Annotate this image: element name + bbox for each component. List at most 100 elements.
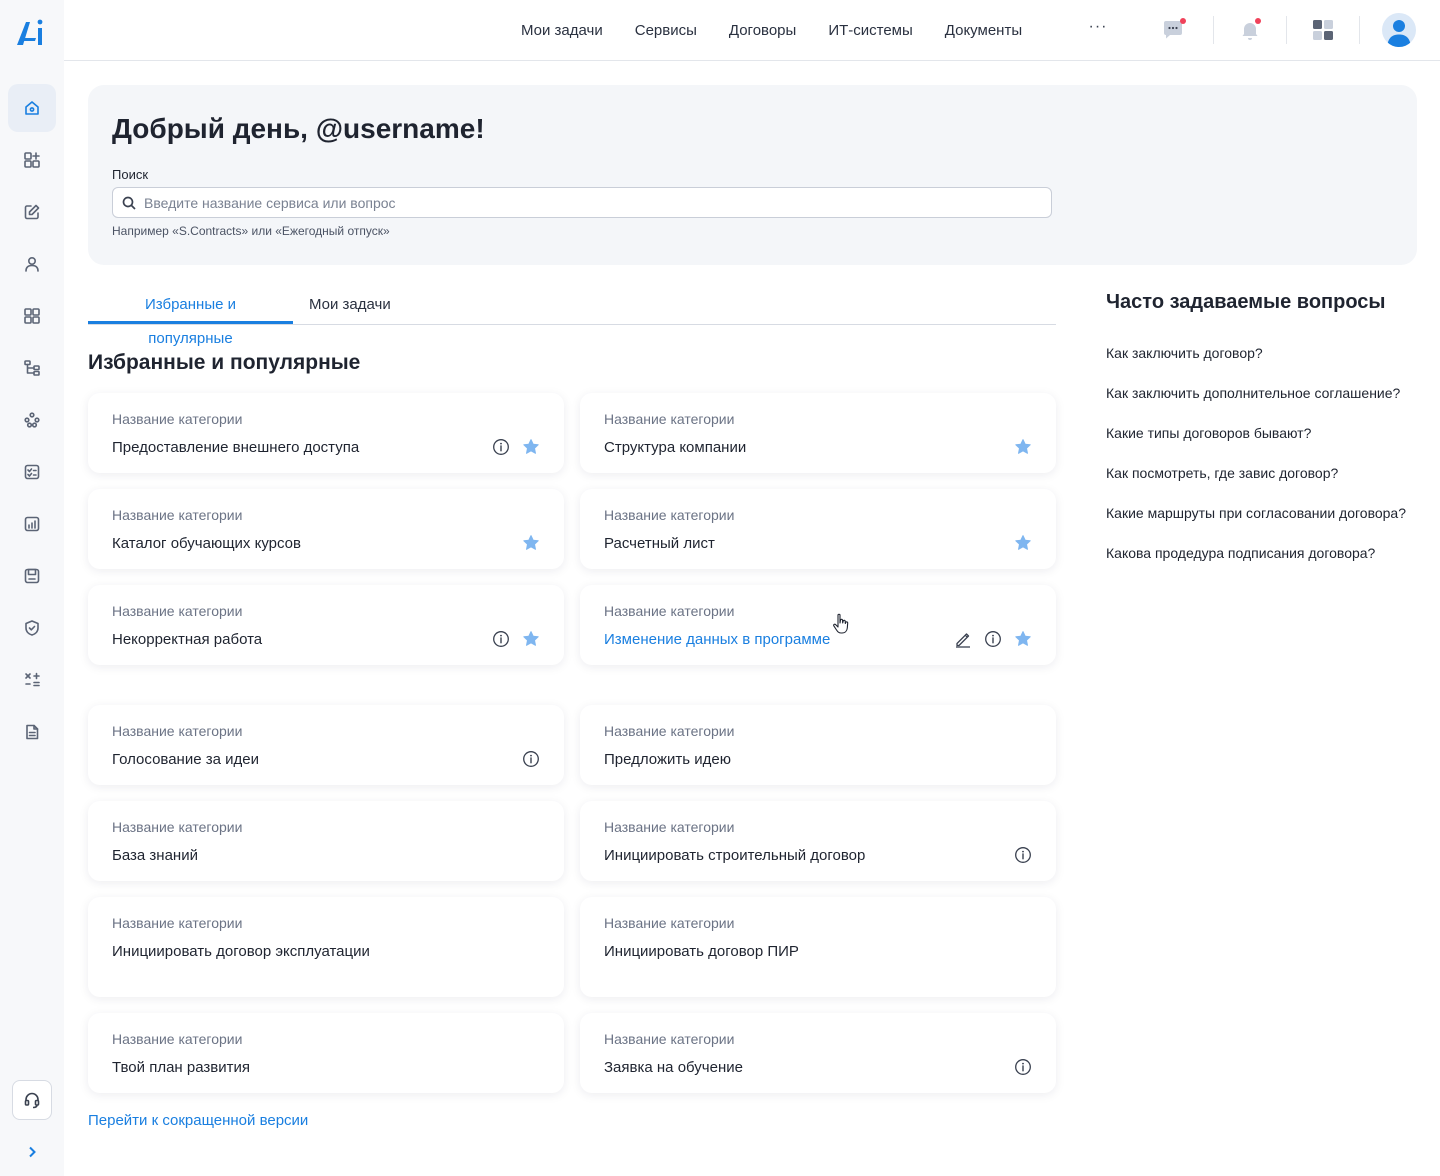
sidebar-item-documents[interactable] <box>8 708 56 756</box>
card-category: Название категории <box>604 411 735 427</box>
faq-item[interactable]: Какие маршруты при согласовании договора… <box>1106 505 1406 521</box>
nav-it-systems[interactable]: ИТ-системы <box>828 22 912 39</box>
service-card[interactable]: Название категории Расчетный лист <box>580 489 1056 569</box>
card-category: Название категории <box>112 819 243 835</box>
card-title[interactable]: Изменение данных в программе <box>604 631 830 648</box>
service-card[interactable]: Название категории Инициировать договор э… <box>88 897 564 997</box>
info-icon[interactable] <box>492 438 510 456</box>
service-card[interactable]: Название категории База знаний <box>88 801 564 881</box>
pencil-icon[interactable] <box>954 630 972 648</box>
nav-contracts[interactable]: Договоры <box>729 22 796 39</box>
service-card[interactable]: Название категории Инициировать строитель… <box>580 801 1056 881</box>
card-title[interactable]: Каталог обучающих курсов <box>112 535 301 552</box>
card-category: Название категории <box>604 507 735 523</box>
service-card[interactable]: Название категории Предоставление внешнег… <box>88 393 564 473</box>
card-title[interactable]: Расчетный лист <box>604 535 715 552</box>
card-actions <box>492 438 540 456</box>
card-actions <box>522 534 540 552</box>
faq-item[interactable]: Как заключить договор? <box>1106 345 1263 361</box>
headset-icon <box>24 1092 40 1109</box>
sidebar-item-profile[interactable] <box>8 240 56 288</box>
star-icon[interactable] <box>522 438 540 456</box>
sidebar-item-home[interactable] <box>8 84 56 132</box>
card-title[interactable]: Предоставление внешнего доступа <box>112 439 359 456</box>
sidebar-item-services[interactable] <box>8 136 56 184</box>
sidebar-item-apps[interactable] <box>8 292 56 340</box>
card-title[interactable]: Инициировать договор эксплуатации <box>112 943 370 960</box>
short-version-link[interactable]: Перейти к сокращенной версии <box>88 1112 308 1129</box>
faq-item[interactable]: Какова продедура подписания договора? <box>1106 545 1375 561</box>
star-icon[interactable] <box>1014 630 1032 648</box>
star-icon[interactable] <box>1014 438 1032 456</box>
edit-icon <box>24 204 40 220</box>
card-title[interactable]: Структура компании <box>604 439 746 456</box>
card-actions <box>954 630 1032 648</box>
user-icon <box>1387 20 1411 47</box>
service-card[interactable]: Название категории Инициировать договор П… <box>580 897 1056 997</box>
search-icon <box>122 196 136 210</box>
more-menu-button[interactable]: ··· <box>1088 18 1108 38</box>
notifications-button[interactable] <box>1238 18 1262 42</box>
sidebar-item-team[interactable] <box>8 396 56 444</box>
search-input[interactable] <box>144 188 1044 217</box>
expand-sidebar-button[interactable] <box>20 1140 44 1164</box>
card-title[interactable]: База знаний <box>112 847 198 864</box>
tab-favorites[interactable]: Избранные и популярные <box>88 288 293 347</box>
nav-services[interactable]: Сервисы <box>635 22 697 39</box>
tab-bar: Избранные и популярные Мои задачи <box>88 288 1056 347</box>
sidebar-item-reports[interactable] <box>8 500 56 548</box>
card-title[interactable]: Инициировать строительный договор <box>604 847 865 864</box>
sidebar-item-security[interactable] <box>8 604 56 652</box>
section-title: Избранные и популярные <box>88 351 361 374</box>
faq-item[interactable]: Какие типы договоров бывают? <box>1106 425 1311 441</box>
info-icon[interactable] <box>984 630 1002 648</box>
tab-my-tasks[interactable]: Мои задачи <box>293 288 407 324</box>
apps-grid-icon <box>24 308 40 324</box>
card-title[interactable]: Инициировать договор ПИР <box>604 943 799 960</box>
logo-icon[interactable] <box>14 16 46 48</box>
header-divider <box>1286 16 1287 44</box>
info-icon[interactable] <box>1014 846 1032 864</box>
service-card[interactable]: Название категории Заявка на обучение <box>580 1013 1056 1093</box>
user-avatar[interactable] <box>1382 13 1416 47</box>
app-launcher-button[interactable] <box>1311 18 1335 42</box>
service-card[interactable]: Название категории Некорректная работа <box>88 585 564 665</box>
faq-item[interactable]: Как посмотреть, где завис договор? <box>1106 465 1338 481</box>
chat-button[interactable] <box>1161 18 1186 42</box>
info-icon[interactable] <box>492 630 510 648</box>
chat-notification-dot <box>1180 18 1186 24</box>
top-header: Мои задачи Сервисы Договоры ИТ-системы Д… <box>64 0 1440 61</box>
nav-documents[interactable]: Документы <box>945 22 1022 39</box>
service-card[interactable]: Название категории Каталог обучающих курс… <box>88 489 564 569</box>
faq-title: Часто задаваемые вопросы <box>1106 291 1386 313</box>
hand-cursor-icon <box>833 613 849 634</box>
sidebar-item-disk[interactable] <box>8 552 56 600</box>
card-actions <box>1014 1058 1032 1076</box>
sidebar-item-edit[interactable] <box>8 188 56 236</box>
support-button[interactable] <box>12 1080 52 1120</box>
service-card[interactable]: Название категории Предложить идею <box>580 705 1056 785</box>
faq-item[interactable]: Как заключить дополнительное соглашение? <box>1106 385 1400 401</box>
disk-icon <box>24 568 40 584</box>
card-title[interactable]: Твой план развития <box>112 1059 250 1076</box>
search-box[interactable] <box>112 187 1052 218</box>
star-icon[interactable] <box>1014 534 1032 552</box>
service-card[interactable]: Название категории Структура компании <box>580 393 1056 473</box>
card-title[interactable]: Заявка на обучение <box>604 1059 743 1076</box>
card-title[interactable]: Некорректная работа <box>112 631 262 648</box>
card-title[interactable]: Предложить идею <box>604 751 731 768</box>
service-card[interactable]: Название категории Изменение данных в про… <box>580 585 1056 665</box>
star-icon[interactable] <box>522 630 540 648</box>
home-icon <box>25 101 39 115</box>
info-icon[interactable] <box>1014 1058 1032 1076</box>
sidebar-item-structure[interactable] <box>8 344 56 392</box>
nav-my-tasks[interactable]: Мои задачи <box>521 22 603 39</box>
sidebar-item-calculator[interactable] <box>8 656 56 704</box>
service-card[interactable]: Название категории Голосование за идеи <box>88 705 564 785</box>
service-card[interactable]: Название категории Твой план развития <box>88 1013 564 1093</box>
card-title[interactable]: Голосование за идеи <box>112 751 259 768</box>
star-icon[interactable] <box>522 534 540 552</box>
sidebar-item-tasks[interactable] <box>8 448 56 496</box>
team-icon <box>24 412 40 428</box>
info-icon[interactable] <box>522 750 540 768</box>
